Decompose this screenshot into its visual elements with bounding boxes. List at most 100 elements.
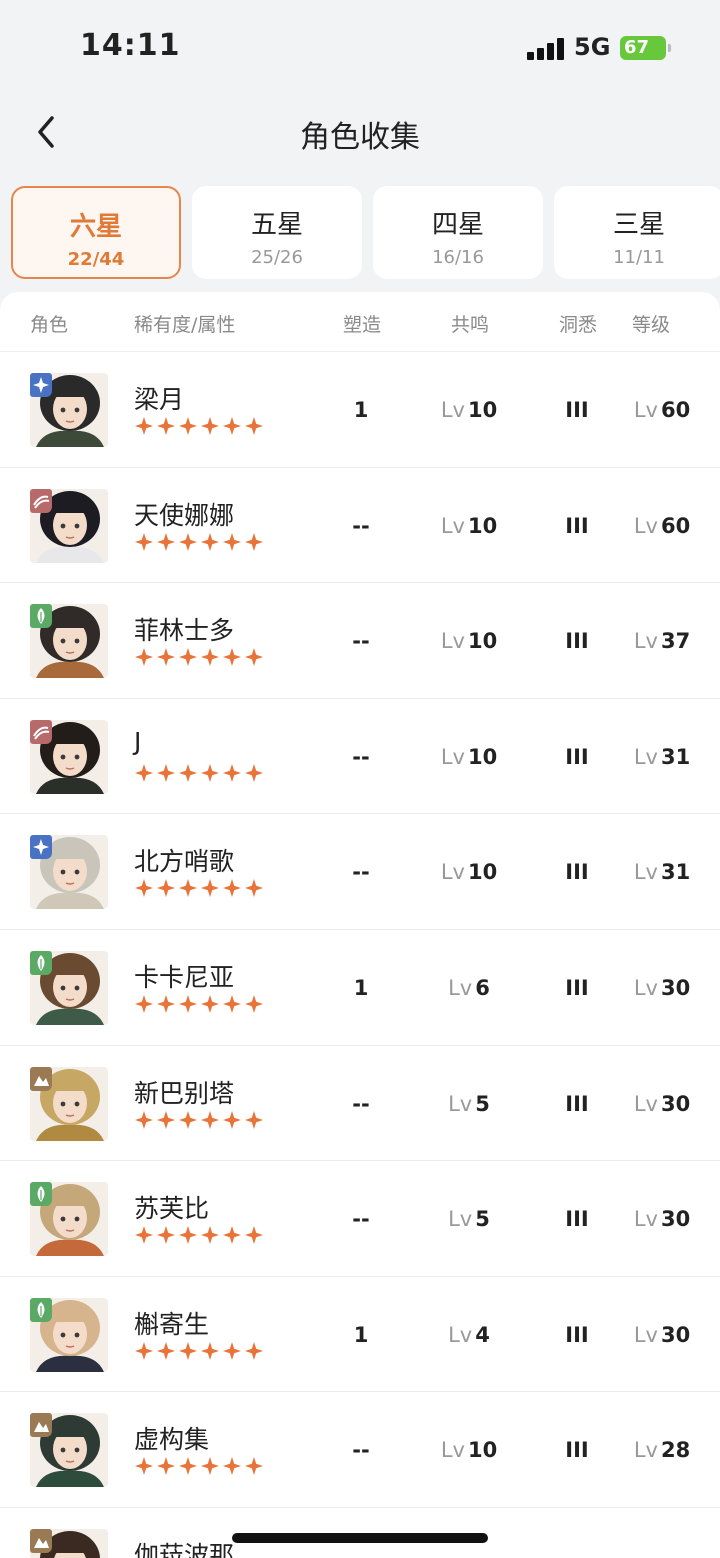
mineral-element-icon (30, 1066, 52, 1091)
rarity-stars (134, 532, 264, 552)
insight-value: III (565, 1091, 589, 1116)
header-level: 等级 (632, 314, 671, 336)
tab-six-star[interactable]: 六星 22/44 (11, 186, 181, 279)
portray-value: 1 (353, 1322, 369, 1347)
resonance-value: Lv 10 (418, 514, 520, 538)
lv-prefix: Lv (633, 1207, 658, 1232)
battery-icon: 67 (620, 36, 671, 60)
star-icon (223, 1457, 241, 1476)
star-icon (179, 1341, 197, 1360)
star-icon (223, 994, 241, 1013)
portray-value: 1 (353, 398, 369, 422)
resonance-value: Lv 10 (418, 398, 520, 422)
star-icon (245, 879, 263, 898)
star-icon (135, 532, 153, 551)
level-value: Lv 37 (620, 629, 704, 653)
star-icon (179, 532, 197, 551)
star-icon (135, 994, 153, 1013)
star-icon (201, 994, 219, 1013)
level-value: Lv 60 (620, 514, 704, 538)
star-icon (201, 417, 219, 435)
table-row[interactable]: 苏芙比 -- Lv 5 III Lv 30 (0, 1161, 720, 1277)
insight-value: III (565, 1207, 589, 1232)
star-icon (223, 648, 241, 667)
character-level: 30 (660, 1091, 691, 1116)
star-icon (157, 1226, 175, 1245)
tab-label: 五星 (250, 210, 303, 240)
character-level: 60 (660, 513, 691, 538)
star-icon (157, 1110, 175, 1129)
lv-prefix: Lv (448, 1091, 473, 1116)
resonance-level: 5 (475, 1091, 490, 1116)
table-row[interactable]: 北方哨歌 -- Lv 10 III Lv 31 (0, 814, 720, 930)
status-bar: 14:11 5G 67 (0, 0, 720, 96)
insight-value: III (565, 975, 589, 1000)
table-row[interactable]: 天使娜娜 -- Lv 10 III Lv 60 (0, 468, 720, 584)
level-value: Lv 30 (620, 1092, 704, 1116)
star-element-icon (30, 373, 52, 397)
star-icon (245, 1457, 263, 1476)
character-name: J (134, 726, 142, 756)
resonance-value: Lv 5 (418, 1207, 520, 1231)
insight-value: III (565, 513, 589, 538)
star-icon (223, 532, 241, 551)
character-name: 槲寄生 (134, 1309, 210, 1339)
lv-prefix: Lv (440, 1438, 465, 1463)
resonance-level: 10 (467, 629, 498, 654)
resonance-value: Lv 10 (418, 1438, 520, 1462)
star-icon (157, 532, 175, 551)
star-icon (157, 1457, 175, 1476)
star-icon (201, 879, 219, 898)
tab-count: 25/26 (251, 247, 303, 268)
table-row[interactable]: 菲林士多 -- Lv 10 III Lv 37 (0, 583, 720, 699)
tab-label: 四星 (431, 210, 484, 240)
star-icon (201, 1226, 219, 1245)
character-level: 31 (660, 744, 691, 769)
header-rarity: 稀有度/属性 (134, 314, 236, 336)
rarity-tabs: 六星 22/44 五星 25/26 四星 16/16 三星 11/11 (0, 186, 720, 280)
star-icon (135, 1457, 153, 1476)
star-icon (201, 1457, 219, 1476)
resonance-value: Lv 10 (418, 629, 520, 653)
portray-value: -- (352, 513, 370, 538)
tab-three-star[interactable]: 三星 11/11 (554, 186, 720, 279)
insight-value: III (565, 398, 589, 422)
tab-four-star[interactable]: 四星 16/16 (373, 186, 543, 279)
lv-prefix: Lv (633, 975, 658, 1000)
star-icon (135, 763, 153, 782)
portray-value: 1 (353, 975, 369, 1000)
star-icon (179, 1110, 197, 1129)
table-row[interactable]: 新巴别塔 -- Lv 5 III Lv 30 (0, 1046, 720, 1162)
star-icon (223, 1226, 241, 1245)
table-row[interactable]: 卡卡尼亚 1 Lv 6 III Lv 30 (0, 930, 720, 1046)
portray-value: -- (352, 744, 370, 769)
star-icon (179, 1457, 197, 1476)
table-row[interactable]: 梁月 1 Lv 10 III Lv 60 (0, 352, 720, 468)
insight-value: III (565, 860, 589, 885)
star-element-icon (30, 835, 52, 860)
lv-prefix: Lv (633, 513, 658, 538)
tab-five-star[interactable]: 五星 25/26 (192, 186, 362, 279)
star-icon (223, 1341, 241, 1360)
resonance-value: Lv 4 (418, 1323, 520, 1347)
level-value: Lv 31 (620, 745, 704, 769)
plant-element-icon (30, 1182, 52, 1207)
resonance-level: 10 (467, 1438, 498, 1463)
portray-value: -- (352, 1207, 370, 1232)
star-icon (223, 1110, 241, 1129)
lv-prefix: Lv (633, 1438, 658, 1463)
table-row[interactable]: J -- Lv 10 III Lv 31 (0, 699, 720, 815)
rarity-stars (134, 763, 264, 783)
character-name: 天使娜娜 (134, 500, 235, 530)
lv-prefix: Lv (633, 1091, 658, 1116)
character-name: 伽菈波那 (134, 1540, 235, 1558)
level-value: Lv 60 (620, 398, 704, 422)
insight-value: III (565, 629, 589, 654)
table-body: 梁月 1 Lv 10 III Lv 60 天使娜娜 -- Lv 10 III Lv 60 菲林士多 -- Lv 1… (0, 352, 720, 1558)
character-level: 30 (660, 975, 691, 1000)
table-row[interactable]: 虚构集 -- Lv 10 III Lv 28 (0, 1392, 720, 1508)
table-row[interactable]: 槲寄生 1 Lv 4 III Lv 30 (0, 1277, 720, 1393)
rarity-stars (134, 1225, 264, 1245)
rarity-stars (134, 1456, 264, 1476)
resonance-value: Lv 6 (418, 976, 520, 1000)
